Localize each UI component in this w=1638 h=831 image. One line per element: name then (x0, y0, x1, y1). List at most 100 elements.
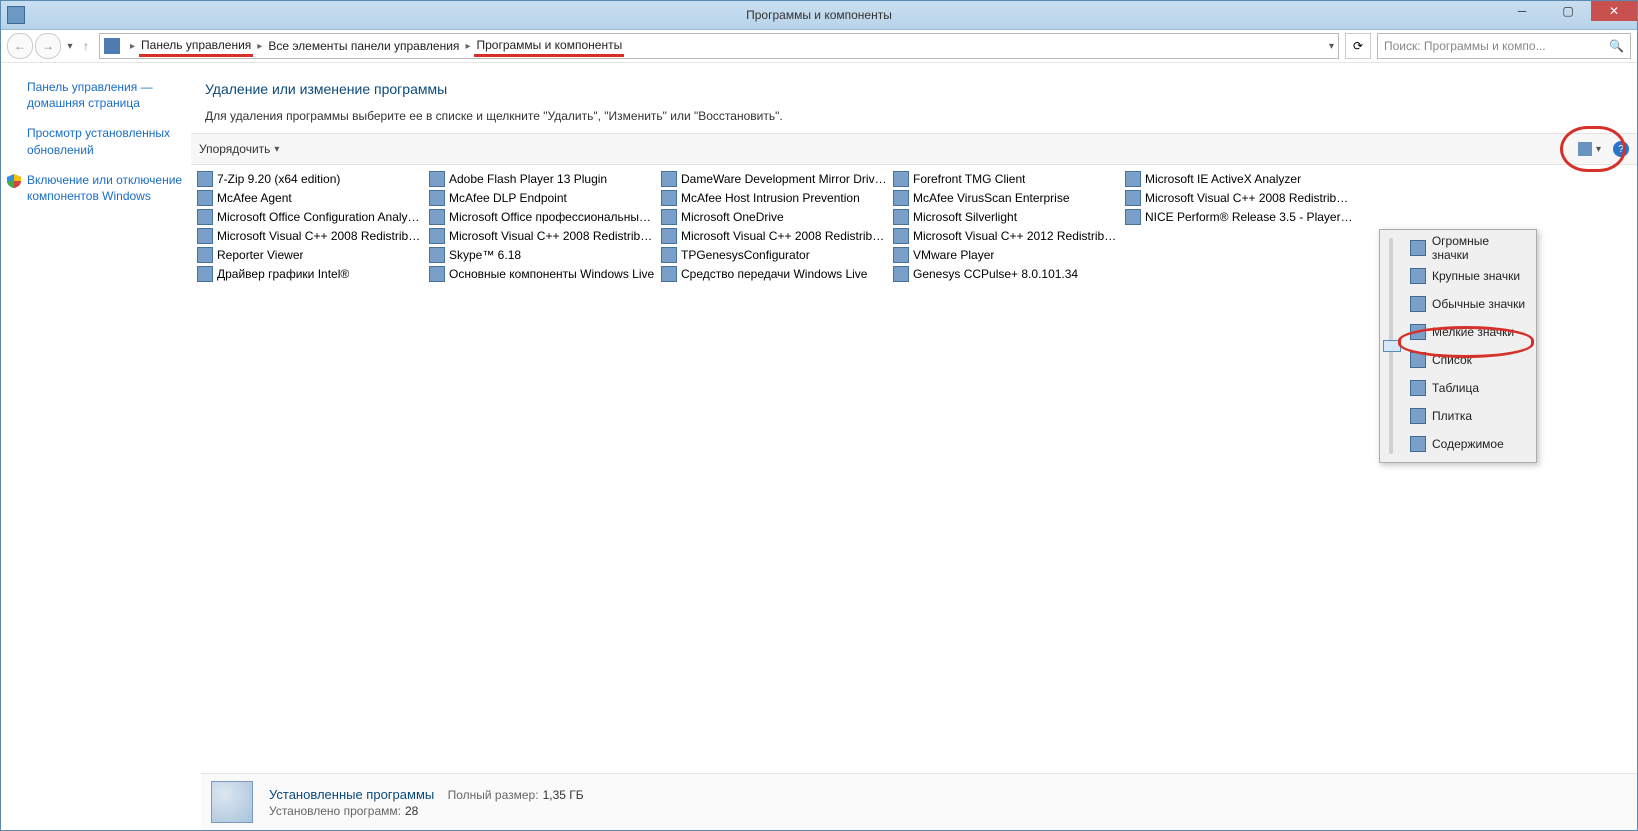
program-item[interactable]: Microsoft Silverlight (891, 207, 1123, 226)
window: Программы и компоненты ─ ▢ ✕ ← → ▾ ↑ ▸ П… (0, 0, 1638, 831)
icon-size-slider[interactable] (1380, 230, 1402, 462)
minimize-button[interactable]: ─ (1499, 1, 1545, 21)
program-label: Microsoft OneDrive (681, 210, 784, 224)
view-option[interactable]: Крупные значки (1402, 262, 1536, 290)
program-label: Microsoft IE ActiveX Analyzer (1145, 172, 1301, 186)
recent-locations-button[interactable]: ▾ (63, 34, 77, 58)
program-item[interactable]: McAfee Host Intrusion Prevention (659, 188, 891, 207)
chevron-right-icon: ▸ (253, 41, 266, 52)
program-item[interactable]: Microsoft Visual C++ 2008 Redistributa..… (427, 226, 659, 245)
program-item[interactable]: Adobe Flash Player 13 Plugin (427, 169, 659, 188)
program-item[interactable]: Skype™ 6.18 (427, 245, 659, 264)
search-input[interactable]: Поиск: Программы и компо... 🔍 (1377, 33, 1631, 59)
back-button[interactable]: ← (7, 33, 33, 59)
program-item[interactable]: Основные компоненты Windows Live (427, 264, 659, 283)
view-option[interactable]: Мелкие значки (1402, 318, 1536, 346)
program-icon (1125, 209, 1141, 225)
program-item[interactable]: DameWare Development Mirror Driver ... (659, 169, 891, 188)
program-icon (661, 190, 677, 206)
program-item[interactable]: McAfee VirusScan Enterprise (891, 188, 1123, 207)
program-item[interactable]: Microsoft Office Configuration Analyzer.… (195, 207, 427, 226)
program-label: VMware Player (913, 248, 994, 262)
program-item[interactable]: Microsoft Visual C++ 2012 Redistributa..… (891, 226, 1123, 245)
location-icon (104, 38, 120, 54)
maximize-button[interactable]: ▢ (1545, 1, 1591, 21)
program-item[interactable]: Microsoft Visual C++ 2008 Redistributa..… (1123, 188, 1355, 207)
view-option-icon (1410, 380, 1426, 396)
view-updates-link[interactable]: Просмотр установленных обновлений (27, 125, 183, 157)
program-item[interactable]: Средство передачи Windows Live (659, 264, 891, 283)
program-item[interactable]: TPGenesysConfigurator (659, 245, 891, 264)
up-button[interactable]: ↑ (79, 34, 93, 58)
breadcrumb-item-2[interactable]: Программы и компоненты (474, 36, 624, 57)
program-item[interactable]: Microsoft OneDrive (659, 207, 891, 226)
view-option[interactable]: Таблица (1402, 374, 1536, 402)
breadcrumb-item-0[interactable]: Панель управления (139, 36, 253, 57)
program-label: McAfee Host Intrusion Prevention (681, 191, 860, 205)
program-icon (197, 228, 213, 244)
status-size-val: 1,35 ГБ (543, 788, 584, 802)
control-panel-home-link[interactable]: Панель управления — домашняя страница (27, 79, 183, 111)
view-option-icon (1410, 296, 1426, 312)
windows-features-link[interactable]: Включение или отключение компонентов Win… (27, 172, 183, 204)
view-option[interactable]: Список (1402, 346, 1536, 374)
program-label: Microsoft Visual C++ 2008 Redistributa..… (681, 229, 889, 243)
program-icon (661, 209, 677, 225)
program-item[interactable]: McAfee Agent (195, 188, 427, 207)
view-option[interactable]: Обычные значки (1402, 290, 1536, 318)
program-label: Forefront TMG Client (913, 172, 1025, 186)
program-item[interactable]: Драйвер графики Intel® (195, 264, 427, 283)
program-label: McAfee Agent (217, 191, 292, 205)
change-view-button[interactable]: ▾ (1574, 140, 1605, 158)
program-item[interactable]: VMware Player (891, 245, 1123, 264)
program-label: Microsoft Visual C++ 2008 Redistributa..… (449, 229, 657, 243)
view-option[interactable]: Огромные значки (1402, 234, 1536, 262)
titlebar: Программы и компоненты ─ ▢ ✕ (1, 1, 1637, 30)
breadcrumb[interactable]: ▸ Панель управления ▸ Все элементы панел… (99, 33, 1339, 59)
page-title: Удаление или изменение программы (205, 81, 1623, 97)
view-option-label: Огромные значки (1432, 234, 1528, 262)
program-item[interactable]: McAfee DLP Endpoint (427, 188, 659, 207)
program-label: TPGenesysConfigurator (681, 248, 810, 262)
chevron-down-icon[interactable]: ▾ (1329, 41, 1334, 52)
program-icon (429, 209, 445, 225)
program-icon (661, 266, 677, 282)
view-option-label: Крупные значки (1432, 269, 1520, 283)
help-button[interactable]: ? (1613, 141, 1629, 157)
shield-icon (7, 174, 21, 188)
status-title: Установленные программы (269, 787, 434, 802)
program-icon (429, 171, 445, 187)
program-item[interactable]: Forefront TMG Client (891, 169, 1123, 188)
page-subtitle: Для удаления программы выберите ее в спи… (205, 109, 1623, 123)
program-item[interactable]: Microsoft Visual C++ 2008 Redistributa..… (659, 226, 891, 245)
close-button[interactable]: ✕ (1591, 1, 1637, 21)
program-item[interactable]: Microsoft Visual C++ 2008 Redistributa..… (195, 226, 427, 245)
program-icon (661, 228, 677, 244)
program-item[interactable]: 7-Zip 9.20 (x64 edition) (195, 169, 427, 188)
chevron-right-icon: ▸ (461, 41, 474, 52)
program-item[interactable]: Microsoft Office профессиональный п... (427, 207, 659, 226)
program-icon (197, 247, 213, 263)
view-option[interactable]: Плитка (1402, 402, 1536, 430)
view-option-label: Список (1432, 353, 1472, 367)
organize-button[interactable]: Упорядочить ▾ (199, 142, 279, 156)
program-item[interactable]: NICE Perform® Release 3.5 - Player Co... (1123, 207, 1355, 226)
refresh-button[interactable]: ⟳ (1345, 33, 1371, 59)
program-item[interactable]: Reporter Viewer (195, 245, 427, 264)
view-option[interactable]: Содержимое (1402, 430, 1536, 458)
status-bar: Установленные программы Полный размер:1,… (201, 773, 1637, 830)
view-option-label: Мелкие значки (1432, 325, 1514, 339)
program-label: NICE Perform® Release 3.5 - Player Co... (1145, 210, 1353, 224)
windows-features-label: Включение или отключение компонентов Win… (27, 173, 182, 203)
program-item[interactable]: Microsoft IE ActiveX Analyzer (1123, 169, 1355, 188)
forward-button[interactable]: → (35, 33, 61, 59)
program-label: Adobe Flash Player 13 Plugin (449, 172, 607, 186)
program-item[interactable]: Genesys CCPulse+ 8.0.101.34 (891, 264, 1123, 283)
view-option-label: Содержимое (1432, 437, 1504, 451)
view-option-icon (1410, 352, 1426, 368)
program-icon (893, 209, 909, 225)
slider-thumb[interactable] (1383, 340, 1401, 352)
window-title: Программы и компоненты (746, 8, 892, 22)
breadcrumb-item-1[interactable]: Все элементы панели управления (266, 37, 461, 55)
view-option-label: Обычные значки (1432, 297, 1525, 311)
